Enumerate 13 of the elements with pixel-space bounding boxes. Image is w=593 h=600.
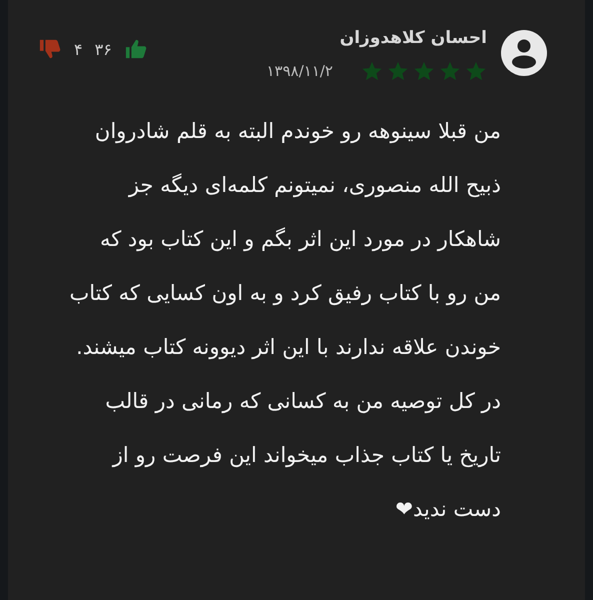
star-icon	[413, 60, 435, 82]
star-icon	[465, 60, 487, 82]
dislike-count: ۴	[74, 40, 83, 58]
thumbs-down-icon[interactable]	[38, 38, 62, 60]
star-icon	[361, 60, 383, 82]
star-icon	[387, 60, 409, 82]
star-icon	[439, 60, 461, 82]
author-name: احسان کلاهدوزان	[338, 28, 487, 48]
like-count: ۳۶	[94, 40, 112, 58]
user-avatar-icon	[501, 30, 547, 76]
thumbs-up-icon[interactable]	[124, 38, 148, 60]
review-text: من قبلا سینوهه رو خوندم البته به قلم شادروان ذبیح الله منصوری، نمیتونم کلمه‌ای دیگه جز شاهکار در مورد این اثر بگم و این کتاب بود که من رو با کتاب رفیق کرد و به اون کسایی که کتاب خوندن علاقه ندارند با این اثر دیوونه کتاب میشند. در کل توصیه من به کسانی که رمانی در قالب تاریخ یا کتاب جذاب میخواند این فرصت رو از دست ندید❤	[68, 118, 501, 523]
review-date: ۱۳۹۸/۱۱/۲	[266, 62, 333, 80]
